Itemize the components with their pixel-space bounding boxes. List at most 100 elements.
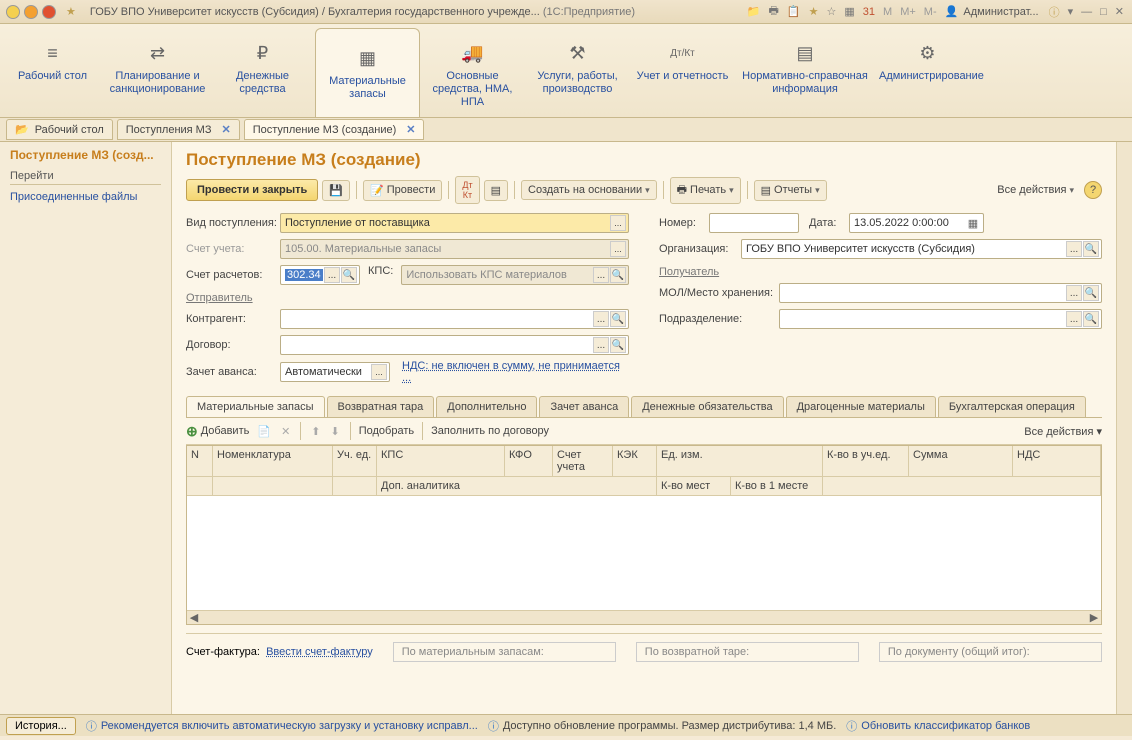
select-icon[interactable]: ... [1066, 241, 1082, 257]
create-based-button[interactable]: Создать на основании ▾ [521, 180, 657, 200]
nav-reference[interactable]: ▤Нормативно-справочная информация [735, 24, 875, 117]
nav-planning[interactable]: ⇄Планирование и санкционирование [105, 24, 210, 117]
subtab-return-tara[interactable]: Возвратная тара [327, 396, 435, 417]
toolbar-icon[interactable]: 🖶 [767, 2, 781, 21]
all-actions-button[interactable]: Все действия ▾ [1024, 425, 1102, 438]
nav-money[interactable]: ₽Денежные средства [210, 24, 315, 117]
up-icon[interactable]: ⬆ [309, 425, 322, 438]
col-nomenklatura[interactable]: Номенклатура [213, 446, 333, 477]
list-button[interactable]: ▤ [484, 180, 508, 201]
col-kvo1[interactable]: К-во в 1 месте [731, 477, 823, 496]
tab-receipt-mz-create[interactable]: Поступление МЗ (создание)✕ [244, 119, 425, 140]
dtkt-button[interactable]: ДтКт [455, 176, 479, 204]
copy-icon[interactable]: 📄 [255, 425, 273, 438]
subtab-materials[interactable]: Материальные запасы [186, 396, 325, 417]
fill-by-contract-button[interactable]: Заполнить по договору [431, 425, 549, 437]
favorite-icon[interactable]: ★ [807, 5, 821, 18]
nav-admin[interactable]: ⚙Администрирование [875, 24, 980, 117]
enter-invoice-link[interactable]: Ввести счет-фактуру [266, 646, 373, 658]
search-icon[interactable]: 🔍 [1083, 285, 1099, 301]
nav-accounting[interactable]: Дт/КтУчет и отчетность [630, 24, 735, 117]
help-icon[interactable]: ? [1084, 181, 1102, 199]
all-actions-button[interactable]: Все действия ▾ [991, 181, 1080, 199]
reports-button[interactable]: ▤ Отчеты ▾ [754, 180, 827, 201]
close-icon[interactable]: ✕ [221, 123, 230, 136]
calendar-icon[interactable]: 31 [861, 6, 877, 18]
sys-btn[interactable] [42, 5, 56, 19]
m-icon[interactable]: M [881, 6, 894, 18]
close-icon[interactable]: ✕ [406, 123, 415, 136]
select-icon[interactable]: ... [610, 215, 626, 231]
calc-icon[interactable]: ▦ [842, 5, 856, 18]
col-uched[interactable]: Уч. ед. [333, 446, 377, 477]
vscrollbar[interactable] [1116, 142, 1132, 714]
col-kvomest[interactable]: К-во мест [657, 477, 731, 496]
save-button[interactable]: 💾 [322, 180, 350, 201]
print-button[interactable]: 🖶 Печать ▾ [670, 177, 741, 204]
podrazd-input[interactable]: ...🔍 [779, 309, 1102, 329]
star-icon[interactable]: ★ [66, 5, 76, 18]
nav-materials[interactable]: ▦Материальные запасы [315, 28, 420, 117]
subtab-money-obligations[interactable]: Денежные обязательства [631, 396, 783, 417]
nav-desktop[interactable]: ≡Рабочий стол [0, 24, 105, 117]
select-icon[interactable]: ... [1066, 285, 1082, 301]
add-button[interactable]: ⊕Добавить [186, 423, 249, 440]
col-schet[interactable]: Счет учета [553, 446, 613, 477]
minimize-icon[interactable]: — [1079, 6, 1094, 18]
search-icon[interactable]: 🔍 [610, 337, 626, 353]
zachet-input[interactable]: Автоматически... [280, 362, 390, 382]
maximize-icon[interactable]: □ [1098, 6, 1109, 18]
bookmark-icon[interactable]: ☆ [825, 5, 839, 18]
kontragent-input[interactable]: ...🔍 [280, 309, 629, 329]
scroll-left-icon[interactable]: ◀ [187, 611, 201, 624]
col-dop[interactable]: Доп. аналитика [377, 477, 657, 496]
select-icon[interactable]: ... [371, 364, 387, 380]
info-icon[interactable]: ⓘ [1047, 4, 1062, 20]
select-icon[interactable]: ... [1066, 311, 1082, 327]
col-edizm[interactable]: Ед. изм. [657, 446, 823, 477]
col-kvo-uched[interactable]: К-во в уч.ед. [823, 446, 909, 477]
sys-btn[interactable] [24, 5, 38, 19]
col-kek[interactable]: КЭК [613, 446, 657, 477]
subtab-precious[interactable]: Драгоценные материалы [786, 396, 936, 417]
search-icon[interactable]: 🔍 [1083, 311, 1099, 327]
close-icon[interactable]: ✕ [1113, 5, 1126, 18]
delete-icon[interactable]: ✕ [279, 425, 292, 438]
dogovor-input[interactable]: ...🔍 [280, 335, 629, 355]
post-button[interactable]: 📝 Провести [363, 180, 442, 201]
sidebar-link-attached-files[interactable]: Присоединенные файлы [10, 189, 161, 205]
col-summa[interactable]: Сумма [909, 446, 1013, 477]
col-n[interactable]: N [187, 446, 213, 477]
scroll-right-icon[interactable]: ▶ [1087, 611, 1101, 624]
search-icon[interactable]: 🔍 [610, 267, 626, 283]
subtab-zachet[interactable]: Зачет аванса [539, 396, 629, 417]
nav-assets[interactable]: 🚚Основные средства, НМА, НПА [420, 24, 525, 117]
mol-input[interactable]: ...🔍 [779, 283, 1102, 303]
calendar-icon[interactable]: ▦ [965, 215, 981, 231]
select-icon[interactable]: ... [593, 267, 609, 283]
search-icon[interactable]: 🔍 [341, 267, 357, 283]
nds-link[interactable]: НДС: не включен в сумму, не принимается … [402, 360, 629, 384]
tab-receipts-mz[interactable]: Поступления МЗ✕ [117, 119, 240, 140]
vid-input[interactable]: Поступление от поставщика... [280, 213, 629, 233]
nav-services[interactable]: ⚒Услуги, работы, производство [525, 24, 630, 117]
col-kps[interactable]: КПС [377, 446, 505, 477]
dropdown-icon[interactable]: ▾ [1066, 5, 1076, 18]
data-input[interactable]: 13.05.2022 0:00:00▦ [849, 213, 984, 233]
status-msg-3[interactable]: ⓘОбновить классификатор банков [846, 718, 1030, 734]
grid-body[interactable] [187, 496, 1101, 610]
col-nds[interactable]: НДС [1013, 446, 1101, 477]
kps-input[interactable]: Использовать КПС материалов ...🔍 [401, 265, 629, 285]
down-icon[interactable]: ⬇ [329, 425, 342, 438]
select-icon[interactable]: ... [593, 337, 609, 353]
post-and-close-button[interactable]: Провести и закрыть [186, 179, 318, 201]
history-button[interactable]: История... [6, 717, 76, 735]
col-kfo[interactable]: КФО [505, 446, 553, 477]
m-plus-icon[interactable]: M+ [898, 6, 918, 18]
status-msg-1[interactable]: ⓘРекомендуется включить автоматическую з… [86, 718, 478, 734]
pick-button[interactable]: Подобрать [359, 425, 414, 437]
tab-desktop[interactable]: 📂Рабочий стол [6, 119, 113, 140]
search-icon[interactable]: 🔍 [1083, 241, 1099, 257]
toolbar-icon[interactable]: 📁 [745, 5, 763, 18]
subtab-accounting-op[interactable]: Бухгалтерская операция [938, 396, 1086, 417]
